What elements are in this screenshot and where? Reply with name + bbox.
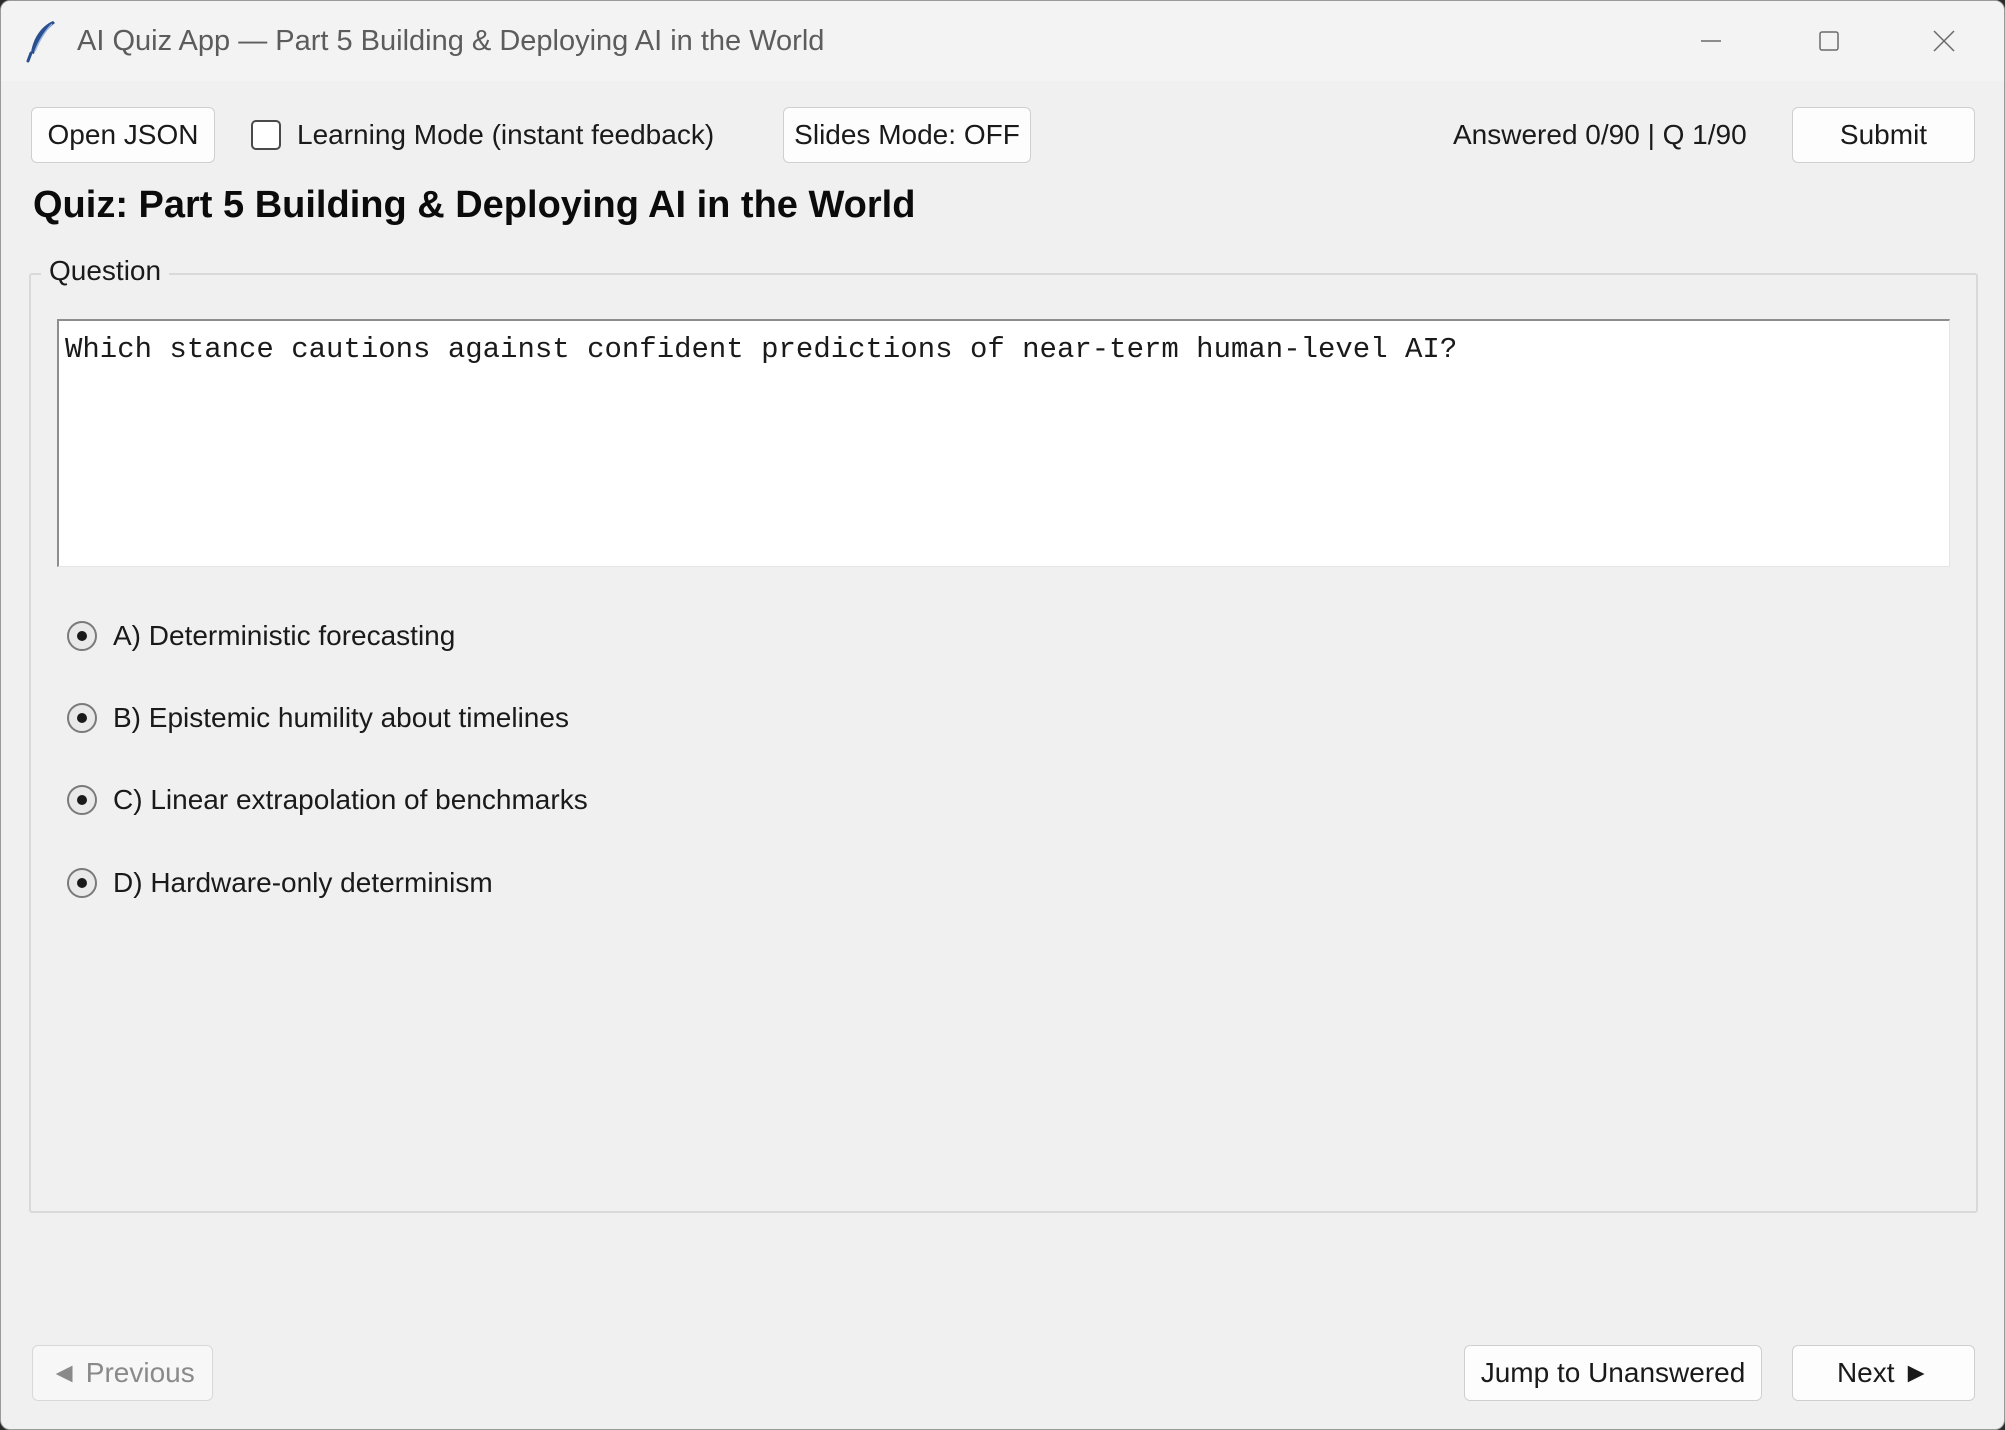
submit-button[interactable]: Submit	[1792, 107, 1975, 163]
option-a-radio[interactable]	[67, 621, 97, 651]
feather-icon	[25, 19, 59, 63]
option-c-label: C) Linear extrapolation of benchmarks	[113, 784, 588, 815]
option-a[interactable]: A) Deterministic forecasting	[67, 614, 455, 658]
previous-button[interactable]: ◄ Previous	[32, 1345, 213, 1401]
radio-dot-icon	[77, 713, 87, 723]
option-d[interactable]: D) Hardware-only determinism	[67, 861, 493, 905]
minimize-button[interactable]	[1653, 1, 1768, 81]
learning-mode-toggle[interactable]: Learning Mode (instant feedback)	[251, 115, 714, 155]
option-b-label: B) Epistemic humility about timelines	[113, 702, 569, 733]
open-json-button[interactable]: Open JSON	[31, 107, 215, 163]
quiz-title: Quiz: Part 5 Building & Deploying AI in …	[33, 184, 916, 226]
app-window: AI Quiz App — Part 5 Building & Deployin…	[0, 0, 2005, 1430]
radio-dot-icon	[77, 631, 87, 641]
learning-mode-label: Learning Mode (instant feedback)	[297, 119, 715, 150]
window-title: AI Quiz App — Part 5 Building & Deployin…	[77, 25, 825, 57]
radio-dot-icon	[77, 878, 87, 888]
option-a-label: A) Deterministic forecasting	[113, 620, 456, 651]
option-d-label: D) Hardware-only determinism	[113, 867, 493, 898]
question-legend: Question	[41, 255, 170, 287]
slides-mode-button[interactable]: Slides Mode: OFF	[783, 107, 1031, 163]
close-button[interactable]	[1886, 1, 2001, 81]
minimize-icon	[1700, 40, 1721, 42]
option-b-radio[interactable]	[67, 703, 97, 733]
learning-mode-checkbox[interactable]	[251, 120, 281, 150]
next-button[interactable]: Next ►	[1792, 1345, 1975, 1401]
close-icon	[1932, 30, 1955, 52]
progress-status: Answered 0/90 | Q 1/90	[1453, 119, 1747, 150]
option-c-radio[interactable]	[67, 785, 97, 815]
option-b[interactable]: B) Epistemic humility about timelines	[67, 696, 569, 740]
radio-dot-icon	[77, 795, 87, 805]
jump-to-unanswered-button[interactable]: Jump to Unanswered	[1464, 1345, 1762, 1401]
title-bar[interactable]: AI Quiz App — Part 5 Building & Deployin…	[1, 1, 2004, 81]
maximize-icon	[1818, 31, 1839, 51]
option-d-radio[interactable]	[67, 868, 97, 898]
option-c[interactable]: C) Linear extrapolation of benchmarks	[67, 778, 588, 822]
question-text-box[interactable]: Which stance cautions against confident …	[57, 319, 1950, 567]
maximize-button[interactable]	[1771, 1, 1886, 81]
